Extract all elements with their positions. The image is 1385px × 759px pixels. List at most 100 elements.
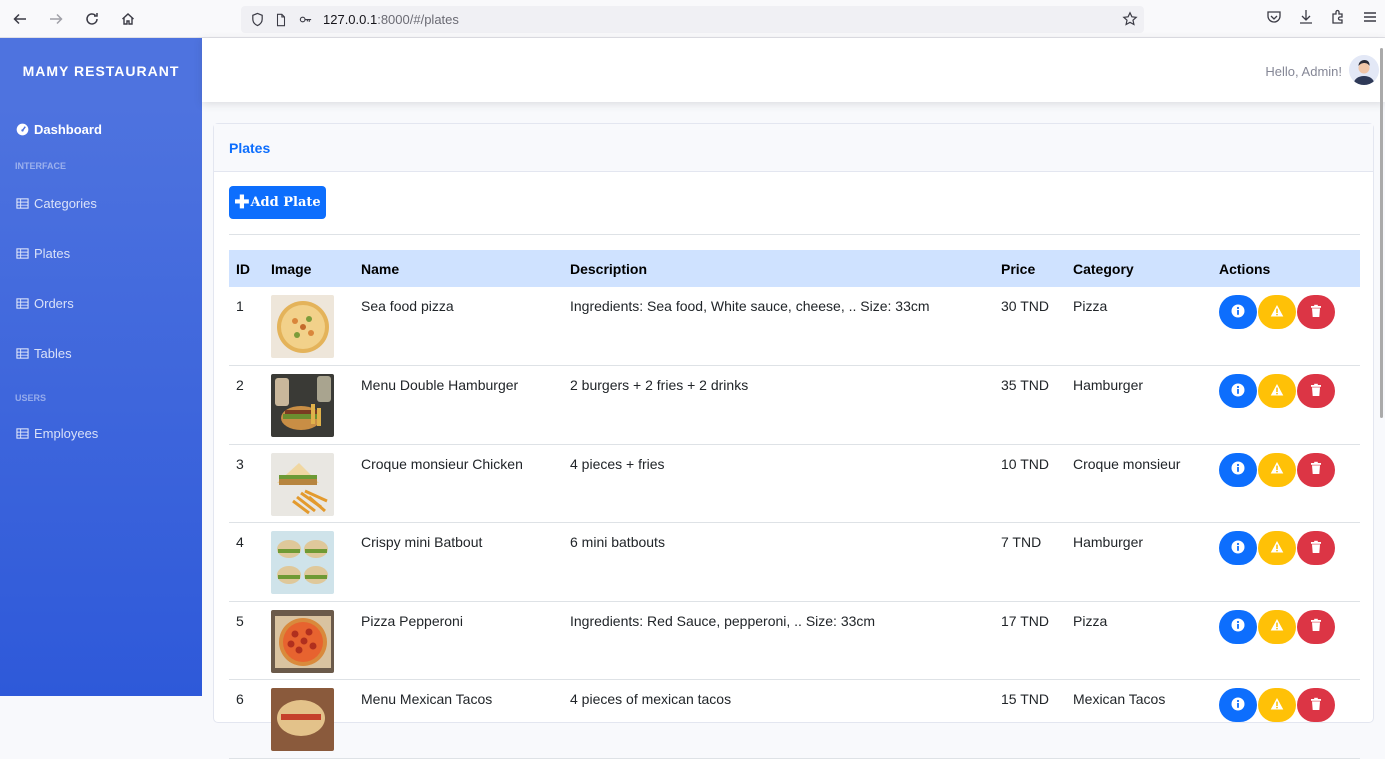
delete-button[interactable] <box>1297 531 1335 565</box>
delete-button[interactable] <box>1297 295 1335 329</box>
cell-actions <box>1212 365 1360 445</box>
cell-image <box>264 679 354 759</box>
plus-icon: ✚ <box>234 192 250 212</box>
cell-image <box>264 287 354 366</box>
extensions-icon[interactable] <box>1329 8 1347 31</box>
add-plate-label: Add Plate <box>250 195 321 210</box>
edit-button[interactable] <box>1258 609 1296 644</box>
menu-icon[interactable] <box>1361 8 1379 31</box>
sidebar-item-employees[interactable]: Employees <box>0 423 202 443</box>
details-button[interactable] <box>1219 374 1257 408</box>
trash-icon <box>1309 383 1323 400</box>
cell-price: 7 TND <box>994 522 1066 602</box>
page-icon <box>273 12 289 28</box>
cell-description: 6 mini batbouts <box>563 522 994 602</box>
pocket-icon[interactable] <box>1265 8 1283 31</box>
delete-button[interactable] <box>1297 374 1335 408</box>
column-header-category: Category <box>1073 260 1134 277</box>
cell-actions <box>1212 522 1360 602</box>
details-button[interactable] <box>1219 452 1257 487</box>
address-bar[interactable]: 127.0.0.1:8000/#/plates <box>241 6 1144 33</box>
plate-thumbnail <box>271 295 334 358</box>
cell-id: 5 <box>229 601 264 680</box>
details-button[interactable] <box>1219 531 1257 565</box>
cell-price: 17 TND <box>994 601 1066 680</box>
cell-name: Croque monsieur Chicken <box>354 444 563 523</box>
cell-category: Hamburger <box>1066 365 1212 445</box>
cell-image <box>264 601 354 680</box>
cell-actions <box>1212 679 1360 759</box>
column-header-actions: Actions <box>1219 260 1271 277</box>
tachometer-icon <box>16 123 29 135</box>
table-icon <box>16 247 29 259</box>
edit-button[interactable] <box>1258 688 1296 722</box>
edit-button[interactable] <box>1258 531 1296 565</box>
cell-category: Pizza <box>1066 601 1212 680</box>
page-scrollbar[interactable] <box>1380 48 1383 418</box>
plate-thumbnail <box>271 531 334 594</box>
cell-description: 4 pieces + fries <box>563 444 994 523</box>
forward-icon[interactable] <box>40 3 72 35</box>
cell-category: Pizza <box>1066 287 1212 366</box>
delete-button[interactable] <box>1297 609 1335 644</box>
table-row: 3 Croque monsieur Chicken 4 pieces + fries… <box>229 444 1360 523</box>
cell-price: 10 TND <box>994 444 1066 523</box>
cell-actions <box>1212 444 1360 523</box>
edit-button[interactable] <box>1258 295 1296 329</box>
url-host: 127.0.0.1 <box>323 12 378 27</box>
bookmark-star-icon[interactable] <box>1122 11 1138 27</box>
table-row: 1 Sea food pizza Ingredients: Sea food, Wh… <box>229 287 1360 366</box>
cell-image <box>264 522 354 602</box>
plates-card: Plates ✚ Add Plate ID Image Name Descrip… <box>213 123 1374 759</box>
plate-thumbnail <box>271 374 334 437</box>
sidebar-item-tables[interactable]: Tables <box>0 343 202 363</box>
delete-button[interactable] <box>1297 452 1335 487</box>
plate-thumbnail <box>271 452 334 516</box>
trash-icon <box>1309 461 1323 478</box>
column-header-name: Name <box>361 260 400 277</box>
home-icon[interactable] <box>112 3 144 35</box>
reload-icon[interactable] <box>76 3 108 35</box>
back-icon[interactable] <box>4 3 36 35</box>
details-button[interactable] <box>1219 688 1257 722</box>
cell-id: 1 <box>229 287 264 366</box>
table-row: 2 Menu Double Hamburger 2 burgers + 2 frie… <box>229 365 1360 445</box>
avatar[interactable] <box>1349 55 1379 85</box>
cell-image <box>264 365 354 445</box>
sidebar-item-categories[interactable]: Categories <box>0 193 202 213</box>
add-plate-button[interactable]: ✚ Add Plate <box>229 186 326 219</box>
cell-id: 4 <box>229 522 264 602</box>
user-greeting[interactable]: Hello, Admin! <box>1265 64 1342 79</box>
trash-icon <box>1309 304 1323 321</box>
table-icon <box>16 297 29 309</box>
brand-title[interactable]: MAMY RESTAURANT <box>0 38 202 104</box>
browser-actions <box>1265 8 1379 31</box>
cell-actions <box>1212 601 1360 680</box>
column-header-image: Image <box>271 260 312 277</box>
plate-image <box>271 531 334 594</box>
info-icon <box>1231 461 1245 478</box>
download-icon[interactable] <box>1297 8 1315 31</box>
cell-price: 15 TND <box>994 679 1066 759</box>
sidebar-item-plates[interactable]: Plates <box>0 243 202 263</box>
trash-icon <box>1309 618 1323 635</box>
plates-table: ID Image Name Description Price Category… <box>229 250 1360 759</box>
edit-button[interactable] <box>1258 374 1296 408</box>
url-text: 127.0.0.1:8000/#/plates <box>323 12 459 27</box>
details-button[interactable] <box>1219 609 1257 644</box>
plate-image <box>271 609 334 673</box>
details-button[interactable] <box>1219 295 1257 329</box>
cell-category: Mexican Tacos <box>1066 679 1212 759</box>
sidebar-item-dashboard[interactable]: Dashboard <box>0 119 202 139</box>
sidebar-heading-interface: INTERFACE <box>15 161 67 171</box>
sidebar-item-label: Plates <box>34 245 71 261</box>
edit-button[interactable] <box>1258 452 1296 487</box>
delete-button[interactable] <box>1297 688 1335 722</box>
sidebar-heading-users: USERS <box>15 393 47 403</box>
warning-icon <box>1270 618 1284 635</box>
sidebar-item-label: Tables <box>34 345 72 361</box>
info-icon <box>1231 618 1245 635</box>
warning-icon <box>1270 540 1284 557</box>
sidebar-item-orders[interactable]: Orders <box>0 293 202 313</box>
url-path: :8000/#/plates <box>377 12 459 27</box>
